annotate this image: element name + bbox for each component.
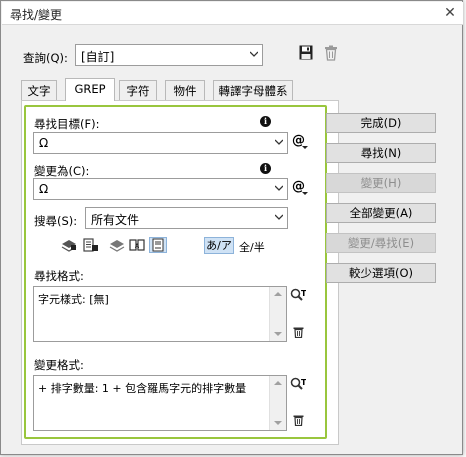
- done-button[interactable]: 完成(D): [326, 113, 436, 133]
- title-bar[interactable]: 尋找/變更 ✕: [2, 2, 463, 25]
- find-format-label: 尋找格式:: [34, 269, 84, 283]
- special-characters-find-icon[interactable]: @: [292, 133, 308, 151]
- change-to-value: Ω: [39, 182, 49, 196]
- tab-grep[interactable]: GREP: [65, 78, 115, 101]
- close-button[interactable]: ✕: [440, 4, 460, 23]
- find-next-button[interactable]: 尋找(N): [326, 143, 436, 163]
- tab-transliterate[interactable]: 轉譯字母體系: [213, 80, 293, 101]
- change-to-input[interactable]: Ω: [33, 178, 288, 200]
- search-label: 搜尋(S):: [34, 214, 78, 228]
- tab-object[interactable]: 物件: [165, 80, 205, 101]
- find-format-scrollbar[interactable]: [269, 287, 286, 341]
- save-query-icon[interactable]: [299, 45, 313, 60]
- find-what-label: 尋找目標(F):: [34, 117, 100, 131]
- include-locked-layers-icon[interactable]: [61, 238, 77, 252]
- include-locked-stories-icon[interactable]: [83, 238, 99, 252]
- find-what-input[interactable]: Ω: [33, 132, 288, 154]
- change-format-scrollbar[interactable]: [269, 376, 286, 430]
- delete-query-icon[interactable]: [324, 45, 338, 61]
- specify-find-format-icon[interactable]: T: [290, 288, 306, 302]
- chevron-down-icon: [275, 185, 283, 191]
- query-dropdown[interactable]: [自訂]: [75, 44, 263, 66]
- tab-text[interactable]: 文字: [21, 80, 57, 101]
- chevron-down-icon: [275, 214, 283, 220]
- find-format-box[interactable]: 字元樣式: [無]: [33, 286, 287, 342]
- info-icon[interactable]: i: [260, 163, 271, 174]
- clear-change-format-icon[interactable]: [293, 414, 304, 426]
- query-label: 查詢(Q):: [23, 51, 68, 65]
- change-format-box[interactable]: + 排字數量: 1 + 包含羅馬字元的排字數量: [33, 375, 287, 431]
- special-characters-change-icon[interactable]: @: [292, 179, 308, 197]
- search-scope-value: 所有文件: [91, 213, 140, 227]
- chevron-down-icon: [250, 51, 258, 57]
- info-icon[interactable]: i: [260, 116, 271, 127]
- include-footnotes-button[interactable]: [149, 237, 167, 253]
- chevron-down-icon: [275, 139, 283, 145]
- search-scope-dropdown[interactable]: 所有文件: [85, 207, 288, 229]
- svg-text:T: T: [301, 378, 306, 387]
- change-find-button[interactable]: 變更/尋找(E): [326, 233, 436, 253]
- change-format-text: + 排字數量: 1 + 包含羅馬字元的排字數量: [38, 382, 247, 395]
- svg-text:T: T: [301, 289, 306, 298]
- width-sensitive-toggle[interactable]: 全/半: [239, 239, 265, 255]
- include-master-pages-icon[interactable]: A: [129, 238, 145, 252]
- include-hidden-layers-icon[interactable]: [109, 238, 125, 252]
- find-change-dialog: 尋找/變更 ✕ 查詢(Q): [自訂] 文字 GREP 字符 物件 轉譯字母體系…: [0, 0, 463, 455]
- clear-find-format-icon[interactable]: [293, 326, 304, 338]
- tab-glyph[interactable]: 字符: [119, 80, 157, 101]
- change-format-label: 變更格式:: [34, 358, 84, 372]
- window-title: 尋找/變更: [10, 8, 63, 22]
- footnotes-icon: [152, 238, 164, 252]
- specify-change-format-icon[interactable]: T: [290, 377, 306, 391]
- change-button[interactable]: 變更(H): [326, 173, 436, 193]
- svg-text:A: A: [135, 243, 140, 250]
- find-format-text: 字元樣式: [無]: [38, 293, 109, 306]
- change-all-button[interactable]: 全部變更(A): [326, 203, 436, 223]
- change-to-label: 變更為(C):: [34, 164, 90, 178]
- query-value: [自訂]: [81, 50, 115, 64]
- kana-sensitive-toggle[interactable]: あ/ア: [204, 237, 234, 254]
- find-what-value: Ω: [39, 136, 49, 150]
- fewer-options-button[interactable]: 較少選項(O): [326, 263, 436, 283]
